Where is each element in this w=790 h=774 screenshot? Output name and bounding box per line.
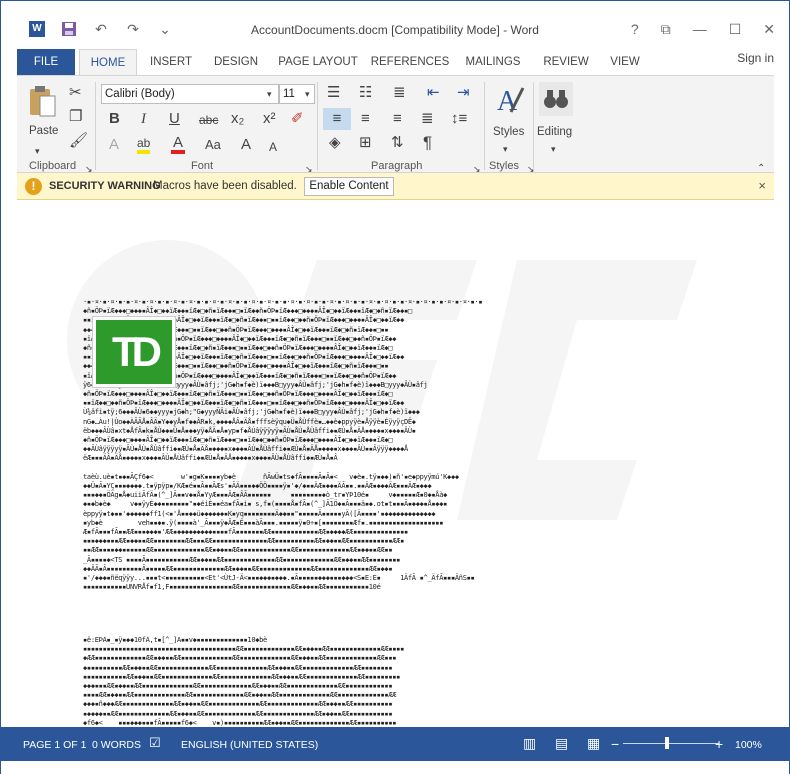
line-spacing-icon[interactable]: ↕≡ xyxy=(451,110,467,128)
page-count[interactable]: PAGE 1 OF 1 xyxy=(23,739,86,751)
zoom-slider-thumb[interactable] xyxy=(665,737,669,749)
paragraph-group-label: Paragraph xyxy=(371,160,423,172)
styles-dropdown-icon[interactable]: ▾ xyxy=(503,140,508,158)
numbering-icon[interactable]: ☷ xyxy=(359,84,372,102)
tab-view[interactable]: VIEW xyxy=(603,49,647,75)
zoom-slider-track[interactable] xyxy=(623,743,719,744)
paste-icon[interactable] xyxy=(27,84,57,118)
decrease-indent-icon[interactable]: ⇤ xyxy=(427,84,440,102)
clipboard-group-label: Clipboard xyxy=(29,160,77,172)
web-layout-icon[interactable]: ▦ xyxy=(587,735,600,752)
separator xyxy=(317,82,318,170)
shrink-font-button[interactable]: A xyxy=(269,138,277,156)
help-button[interactable]: ? xyxy=(631,21,639,38)
td-bank-logo: TD xyxy=(92,316,176,388)
show-hide-marks-button[interactable]: ¶ xyxy=(423,134,432,152)
bullets-icon[interactable]: ☰ xyxy=(327,84,340,102)
zoom-out-button[interactable]: − xyxy=(611,736,619,752)
italic-button[interactable]: I xyxy=(141,110,146,128)
security-warning-title: SECURITY WARNING xyxy=(49,180,161,192)
font-group-label: Font xyxy=(191,160,214,172)
td-logo-text: TD xyxy=(112,328,162,375)
title-bar: W ↶ ↷ ⌄ AccountDocuments.docm [Compatibi… xyxy=(1,1,789,47)
window-bottom-border xyxy=(1,761,789,774)
separator xyxy=(533,82,534,170)
sign-in-link[interactable]: Sign in xyxy=(737,51,774,65)
zoom-level[interactable]: 100% xyxy=(735,739,762,751)
tab-design[interactable]: DESIGN xyxy=(207,49,265,75)
binoculars-icon[interactable] xyxy=(539,82,573,116)
security-warning-bar: ! SECURITY WARNING Macros have been disa… xyxy=(17,173,774,200)
word-count[interactable]: 0 WORDS xyxy=(92,739,141,751)
enable-content-button[interactable]: Enable Content xyxy=(304,177,394,196)
tab-review[interactable]: REVIEW xyxy=(537,49,595,75)
scrambled-text-bottom: ▪ë:EÞÄ▪_▪ÿ▪◆◆10fÄ,t▪[^_]Ã▪▪v◆▪▪▪▪▪▪▪▪▪▪▪… xyxy=(83,636,404,727)
separator xyxy=(95,82,96,170)
superscript-button[interactable]: x² xyxy=(263,110,276,128)
separator xyxy=(484,82,485,170)
multilevel-list-icon[interactable]: ≣ xyxy=(393,84,406,102)
font-size-dropdown-icon[interactable]: ▾ xyxy=(305,85,310,103)
increase-indent-icon[interactable]: ⇥ xyxy=(457,84,470,102)
tab-file[interactable]: FILE xyxy=(17,49,75,75)
underline-button[interactable]: U xyxy=(169,110,180,128)
change-case-button[interactable]: Aa xyxy=(205,136,221,154)
tab-references[interactable]: REFERENCES xyxy=(369,49,451,75)
highlight-button[interactable]: ab xyxy=(137,134,151,154)
justify-icon[interactable]: ≣ xyxy=(421,110,434,128)
font-name-box[interactable]: Calibri (Body) xyxy=(101,84,279,104)
styles-button-label[interactable]: Styles xyxy=(493,126,524,138)
styles-group-label: Styles xyxy=(489,160,519,172)
window-controls: ? ⧉ — ☐ ✕ xyxy=(631,21,775,38)
warning-shield-icon: ! xyxy=(25,178,42,195)
tab-home[interactable]: HOME xyxy=(79,49,137,76)
font-color-button[interactable]: A xyxy=(171,134,185,154)
cut-icon[interactable]: ✂ xyxy=(69,84,82,102)
strikethrough-button[interactable]: abc xyxy=(199,111,218,129)
editing-dropdown-icon[interactable]: ▾ xyxy=(551,140,556,158)
maximize-button[interactable]: ☐ xyxy=(729,21,742,38)
security-warning-message: Macros have been disabled. xyxy=(153,180,297,192)
read-mode-icon[interactable]: ▥ xyxy=(523,735,536,752)
align-left-icon[interactable]: ≡ xyxy=(323,108,351,130)
borders-icon[interactable]: ⊞ xyxy=(359,134,372,152)
tab-insert[interactable]: INSERT xyxy=(143,49,199,75)
font-name-dropdown-icon[interactable]: ▾ xyxy=(267,85,272,103)
zoom-in-button[interactable]: + xyxy=(715,736,723,752)
copy-icon[interactable]: ❐ xyxy=(69,108,82,126)
print-layout-icon[interactable]: ▤ xyxy=(555,735,568,752)
subscript-button[interactable]: x₂ xyxy=(231,110,244,128)
status-bar: PAGE 1 OF 1 0 WORDS ☑ ENGLISH (UNITED ST… xyxy=(1,727,789,761)
tab-mailings[interactable]: MAILINGS xyxy=(457,49,529,75)
tab-page-layout[interactable]: PAGE LAYOUT xyxy=(273,49,363,75)
word-window: W ↶ ↷ ⌄ AccountDocuments.docm [Compatibi… xyxy=(0,0,790,774)
close-warning-icon[interactable]: × xyxy=(758,178,766,193)
minimize-button[interactable]: — xyxy=(693,21,707,38)
ribbon-display-options-button[interactable]: ⧉ xyxy=(661,21,671,38)
document-page[interactable]: ·▪·¤·▪·¤·▪·▪·¤·▪·¤·▪·▪·¤·▪·¤·▪·▪·¤·▪·¤·▪… xyxy=(17,200,774,727)
align-center-icon[interactable]: ≡ xyxy=(361,110,370,128)
document-area[interactable]: ·▪·¤·▪·¤·▪·▪·¤·▪·¤·▪·▪·¤·▪·¤·▪·▪·¤·▪·¤·▪… xyxy=(17,200,774,727)
language-indicator[interactable]: ENGLISH (UNITED STATES) xyxy=(181,739,318,751)
ribbon-tabs: FILE HOME INSERT DESIGN PAGE LAYOUT REFE… xyxy=(17,49,774,76)
close-button[interactable]: ✕ xyxy=(763,21,775,38)
styles-icon[interactable]: A xyxy=(495,82,525,118)
proofing-icon[interactable]: ☑ xyxy=(149,735,161,751)
format-painter-icon[interactable]: 🖌 xyxy=(69,132,88,150)
paste-label[interactable]: Paste xyxy=(29,125,58,137)
editing-button-label[interactable]: Editing xyxy=(537,126,572,138)
grow-font-button[interactable]: A xyxy=(241,136,251,154)
ribbon-home: Paste ▾ ✂ ❐ 🖌 Clipboard ↘ Calibri (Body)… xyxy=(17,75,774,174)
paste-dropdown-icon[interactable]: ▾ xyxy=(35,142,40,160)
shading-icon[interactable]: ◈ xyxy=(329,134,341,152)
clear-formatting-icon[interactable]: ✐ xyxy=(291,110,304,128)
sort-icon[interactable]: ⇅ xyxy=(391,134,404,152)
bold-button[interactable]: B xyxy=(109,110,120,128)
text-effects-button[interactable]: A xyxy=(109,136,119,154)
align-right-icon[interactable]: ≡ xyxy=(393,110,402,128)
